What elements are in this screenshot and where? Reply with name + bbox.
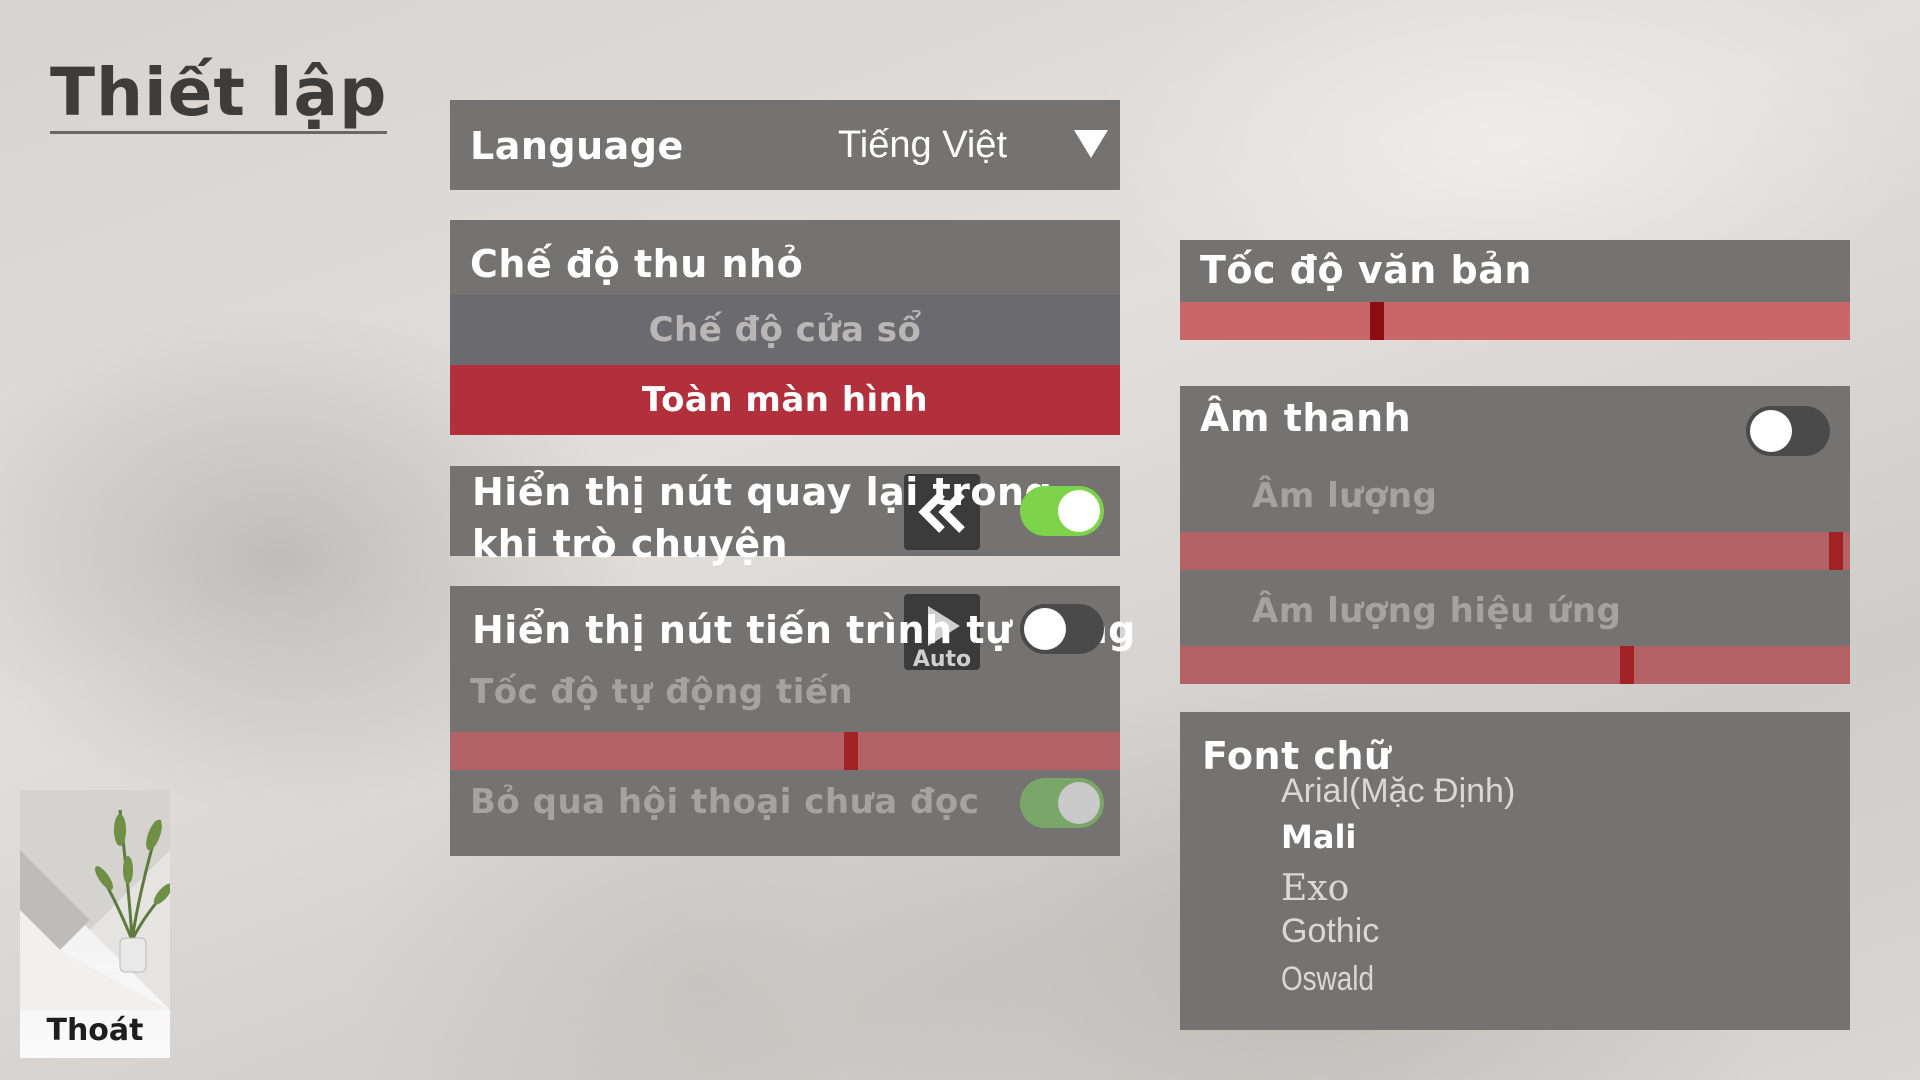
effects-volume-slider[interactable]: [1180, 646, 1850, 684]
sound-toggle[interactable]: [1746, 406, 1830, 456]
back-button-label: Hiển thị nút quay lại trong khi trò chuy…: [472, 470, 1053, 566]
text-speed-panel: Tốc độ văn bản: [1180, 240, 1850, 340]
font-panel: Font chữ Arial(Mặc Định) Mali Exo Gothic…: [1180, 712, 1850, 1030]
display-mode-label: Chế độ thu nhỏ: [470, 242, 804, 286]
slider-thumb[interactable]: [1370, 302, 1384, 340]
toggle-knob: [1024, 608, 1066, 650]
slider-thumb[interactable]: [1620, 646, 1634, 684]
auto-button-toggle[interactable]: [1020, 604, 1104, 654]
font-option-gothic[interactable]: Gothic: [1281, 912, 1379, 951]
exit-button[interactable]: Thoát: [20, 790, 170, 1058]
option-windowed[interactable]: Chế độ cửa sổ: [450, 295, 1120, 365]
language-value[interactable]: Tiếng Việt: [838, 124, 1007, 167]
font-option-mali[interactable]: Mali: [1281, 818, 1356, 856]
volume-slider[interactable]: [1180, 532, 1850, 570]
sound-label: Âm thanh: [1200, 396, 1412, 440]
sound-panel: Âm thanh Âm lượng Âm lượng hiệu ứng: [1180, 386, 1850, 684]
skip-unread-toggle[interactable]: [1020, 778, 1104, 828]
text-speed-slider[interactable]: [1180, 302, 1850, 340]
language-label: Language: [470, 124, 684, 168]
auto-speed-label: Tốc độ tự động tiến: [470, 672, 854, 712]
text-speed-label: Tốc độ văn bản: [1200, 248, 1532, 292]
effects-volume-label: Âm lượng hiệu ứng: [1252, 591, 1622, 631]
back-button-toggle[interactable]: [1020, 486, 1104, 536]
exit-label: Thoát: [46, 1013, 144, 1048]
language-dropdown[interactable]: Language Tiếng Việt: [450, 100, 1120, 190]
skip-unread-label: Bỏ qua hội thoại chưa đọc: [470, 782, 980, 822]
auto-button-setting: Auto Hiển thị nút tiến trình tự động Tốc…: [450, 586, 1135, 856]
page-title: Thiết lập: [50, 58, 388, 135]
toggle-knob: [1058, 782, 1100, 824]
font-option-exo[interactable]: Exo: [1281, 868, 1349, 909]
display-mode-panel: Chế độ thu nhỏ Chế độ cửa sổ Toàn màn hì…: [450, 220, 1120, 435]
toggle-knob: [1058, 490, 1100, 532]
font-option-arial[interactable]: Arial(Mặc Định): [1281, 772, 1515, 811]
auto-speed-slider[interactable]: [450, 732, 1120, 770]
back-button-setting: Hiển thị nút quay lại trong khi trò chuy…: [450, 466, 1120, 566]
volume-label: Âm lượng: [1252, 476, 1438, 516]
plant-decoration: [20, 790, 170, 1010]
chevron-down-icon[interactable]: [1074, 130, 1108, 158]
toggle-knob: [1750, 410, 1792, 452]
option-fullscreen[interactable]: Toàn màn hình: [450, 365, 1120, 435]
font-option-oswald[interactable]: Oswald: [1281, 960, 1374, 999]
slider-thumb[interactable]: [844, 732, 858, 770]
slider-thumb[interactable]: [1829, 532, 1843, 570]
